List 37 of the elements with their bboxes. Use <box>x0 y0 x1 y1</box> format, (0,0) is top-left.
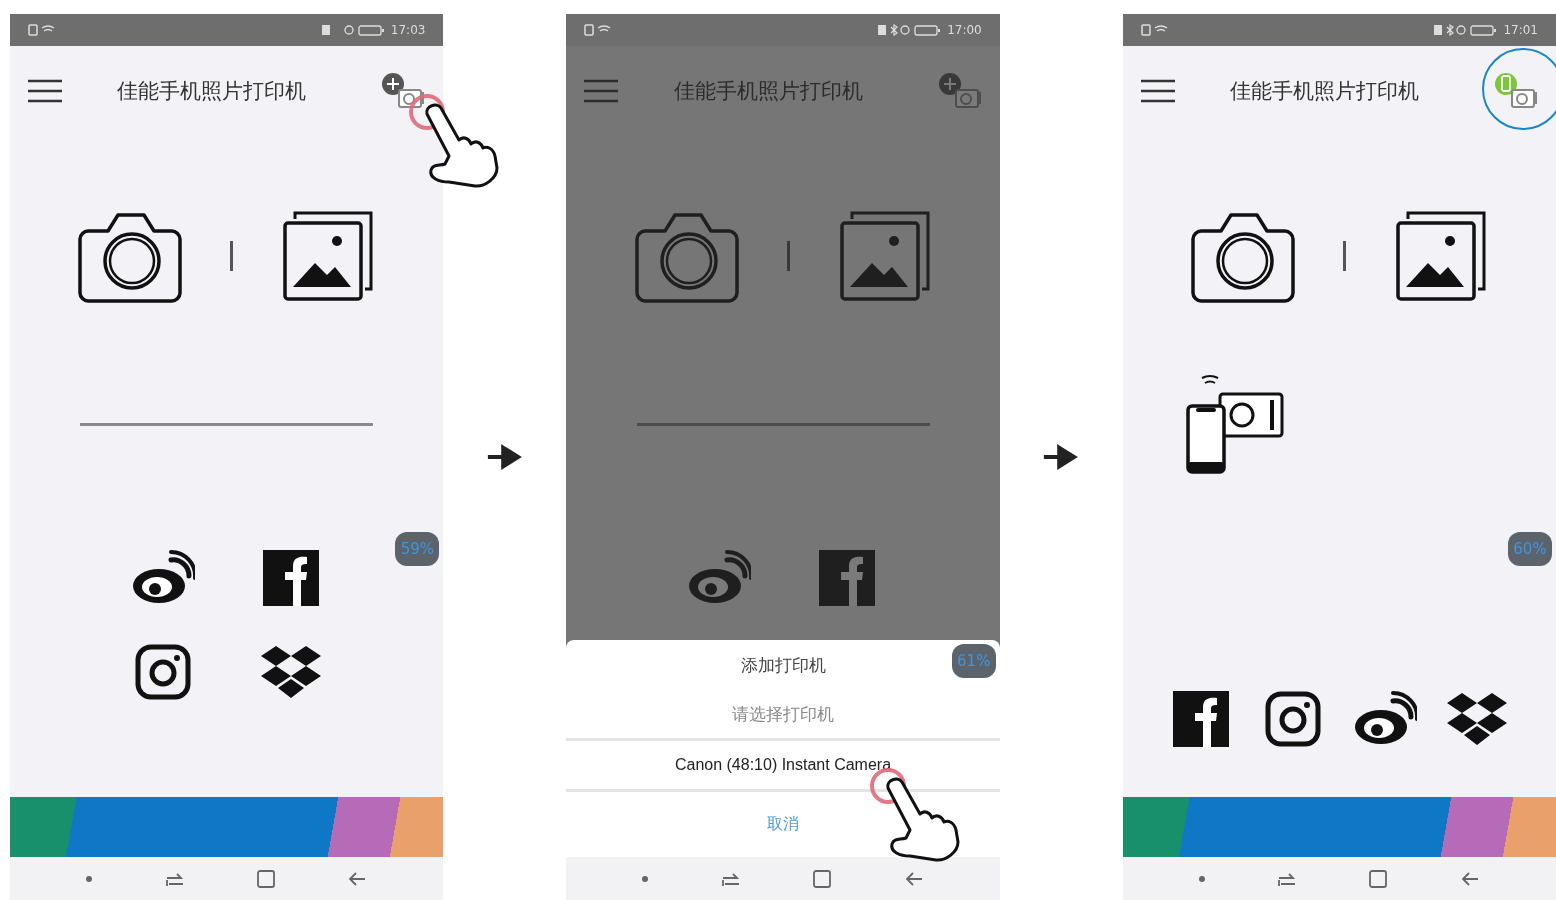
facebook-logo-icon[interactable] <box>1173 691 1230 747</box>
weibo-logo-icon[interactable] <box>130 550 195 606</box>
memory-badge: 60% <box>1508 532 1552 566</box>
status-time: 17:03 <box>390 23 426 37</box>
dot-icon[interactable] <box>86 875 93 882</box>
dialog-subtitle: 请选择打印机 <box>732 702 834 726</box>
home-square-icon[interactable] <box>256 869 275 888</box>
dot-icon[interactable] <box>642 875 649 882</box>
gallery-icon[interactable] <box>281 209 376 303</box>
status-left-icon <box>584 24 613 36</box>
app-title: 佳能手机照片打印机 <box>672 78 864 105</box>
instagram-logo-icon[interactable] <box>1265 691 1322 747</box>
dot-icon[interactable] <box>1198 875 1205 882</box>
weibo-logo-icon[interactable] <box>1353 691 1418 747</box>
app-title: 佳能手机照片打印机 <box>1228 78 1420 105</box>
memory-badge: 61% <box>951 644 996 678</box>
menu-icon[interactable] <box>28 79 62 103</box>
home-square-icon[interactable] <box>813 869 832 888</box>
dialog-title: 添加打印机 <box>740 653 826 677</box>
printer-status-icon[interactable] <box>1494 72 1538 110</box>
home-square-icon[interactable] <box>1369 869 1388 888</box>
back-icon[interactable] <box>347 870 368 887</box>
connected-printer-drawing[interactable] <box>1184 372 1285 476</box>
status-time: 17:00 <box>947 23 982 37</box>
status-left-icon <box>1140 24 1169 36</box>
status-left-icon <box>28 24 56 36</box>
facebook-logo-icon[interactable] <box>262 550 319 606</box>
menu-icon[interactable] <box>1140 79 1175 103</box>
printer-status-icon[interactable] <box>381 72 426 110</box>
memory-badge: 59% <box>395 532 440 566</box>
instagram-logo-icon[interactable] <box>134 644 191 700</box>
app-title: 佳能手机照片打印机 <box>116 78 308 105</box>
gallery-icon[interactable] <box>1393 209 1488 303</box>
arrow-right-icon <box>485 443 524 471</box>
back-icon[interactable] <box>903 870 924 887</box>
back-icon[interactable] <box>1459 870 1480 887</box>
status-time: 17:01 <box>1503 23 1538 37</box>
